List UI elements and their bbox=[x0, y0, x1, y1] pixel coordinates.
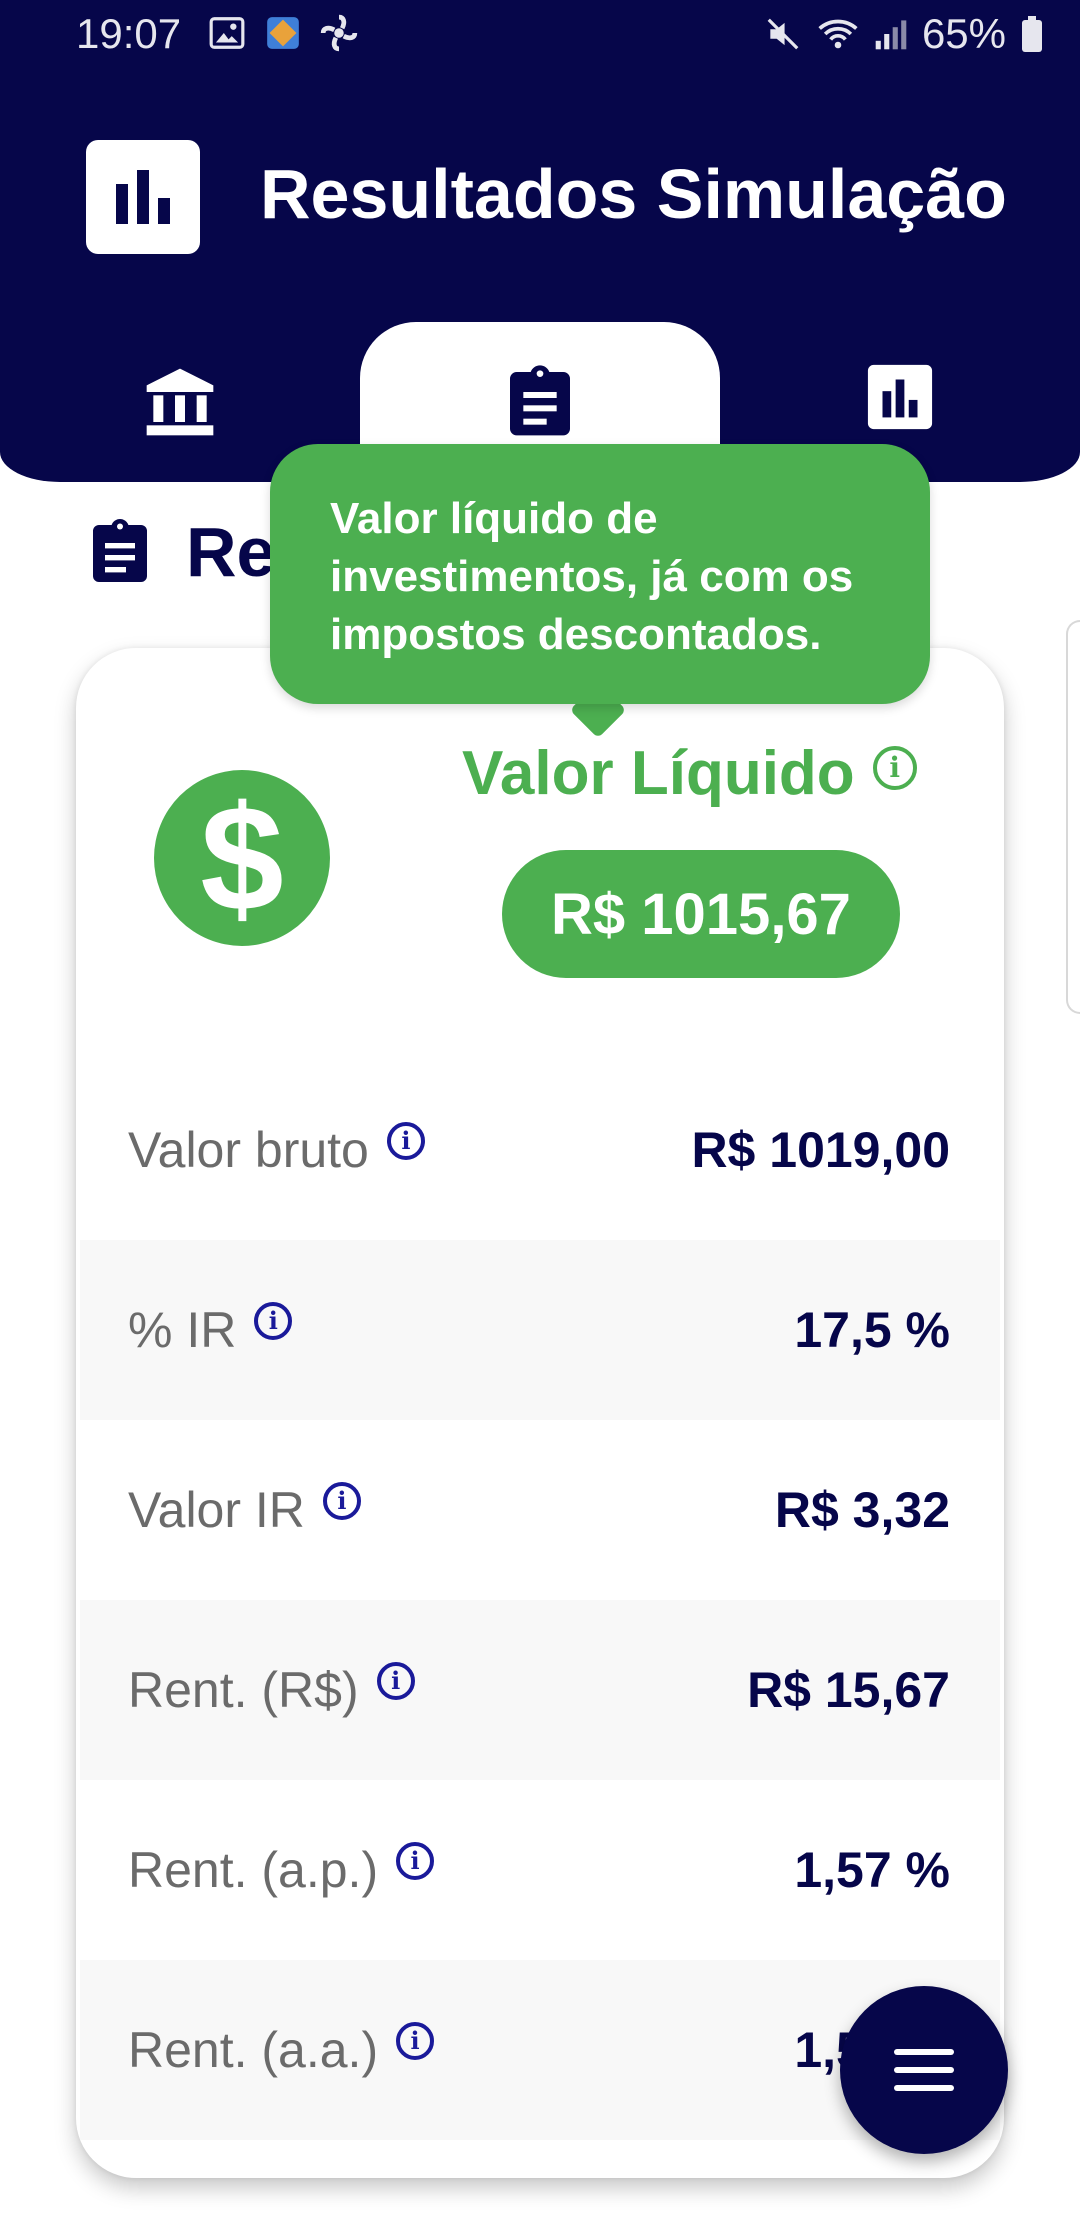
status-bar: 19:07 65% bbox=[0, 0, 1080, 72]
row-value: R$ 1019,00 bbox=[691, 1122, 950, 1178]
bar-chart-icon bbox=[867, 364, 933, 430]
menu-button[interactable] bbox=[840, 1986, 1008, 2154]
row-label: Rent. (R$) bbox=[128, 1662, 359, 1718]
info-icon[interactable]: i bbox=[386, 1122, 425, 1160]
list-item: Valor IR i R$ 3,32 bbox=[80, 1420, 1000, 1600]
row-label: Valor IR bbox=[128, 1482, 305, 1538]
clipboard-icon bbox=[93, 519, 147, 582]
info-icon[interactable]: i bbox=[322, 1482, 361, 1520]
clipboard-icon bbox=[510, 365, 570, 436]
row-value: R$ 15,67 bbox=[747, 1662, 950, 1718]
info-icon[interactable]: i bbox=[254, 1302, 293, 1340]
dollar-icon: $ bbox=[154, 770, 330, 946]
tooltip: Valor líquido de investimentos, já com o… bbox=[270, 444, 930, 704]
row-label: Rent. (a.p.) bbox=[128, 1842, 379, 1898]
net-value-badge: R$ 1015,67 bbox=[502, 850, 900, 978]
info-icon[interactable]: i bbox=[396, 2022, 435, 2060]
list-item: % IR i 17,5 % bbox=[80, 1240, 1000, 1420]
menu-icon-line bbox=[894, 2085, 954, 2091]
row-value: 1,57 % bbox=[794, 1842, 950, 1898]
fan-icon bbox=[320, 14, 358, 52]
list-item: Valor bruto i R$ 1019,00 bbox=[80, 1060, 1000, 1240]
row-label: % IR bbox=[128, 1302, 237, 1358]
menu-icon-line bbox=[894, 2049, 954, 2055]
mute-icon bbox=[767, 18, 799, 50]
status-time: 19:07 bbox=[76, 10, 182, 57]
battery-percent: 65% bbox=[921, 10, 1006, 57]
menu-icon-line bbox=[894, 2067, 954, 2073]
row-value: R$ 3,32 bbox=[774, 1482, 950, 1538]
row-value: 17,5 % bbox=[794, 1302, 950, 1358]
results-card: $ Valor Líquido i R$ 1015,67 Valor bruto… bbox=[76, 648, 1004, 2178]
list-item: Rent. (a.p.) i 1,57 % bbox=[80, 1780, 1000, 1960]
net-value-label: Valor Líquido bbox=[462, 739, 855, 808]
system-icons: 65% bbox=[764, 10, 1044, 58]
info-icon[interactable]: i bbox=[872, 745, 917, 790]
battery-icon bbox=[1022, 16, 1042, 52]
edge-panel-handle[interactable] bbox=[1066, 620, 1080, 1014]
page-title: Resultados Simulação bbox=[260, 155, 1007, 233]
signal-icon bbox=[875, 20, 907, 50]
bank-icon bbox=[146, 368, 214, 436]
notification-icons bbox=[208, 14, 358, 52]
results-list: Valor bruto i R$ 1019,00 % IR i 17,5 % Val… bbox=[80, 1060, 1000, 2140]
row-label: Valor bruto bbox=[128, 1122, 369, 1178]
list-item: Rent. (R$) i R$ 15,67 bbox=[80, 1600, 1000, 1780]
info-icon[interactable]: i bbox=[376, 1662, 415, 1700]
app-notification-icon bbox=[267, 17, 299, 49]
net-value-header: Valor Líquido i bbox=[462, 738, 917, 809]
row-label: Rent. (a.a.) bbox=[128, 2022, 379, 2078]
bar-chart-logo-icon bbox=[86, 140, 200, 254]
gallery-icon bbox=[209, 17, 245, 49]
info-icon[interactable]: i bbox=[396, 1842, 435, 1880]
wifi-icon bbox=[818, 19, 858, 49]
app-header: Resultados Simulação bbox=[0, 72, 1080, 482]
